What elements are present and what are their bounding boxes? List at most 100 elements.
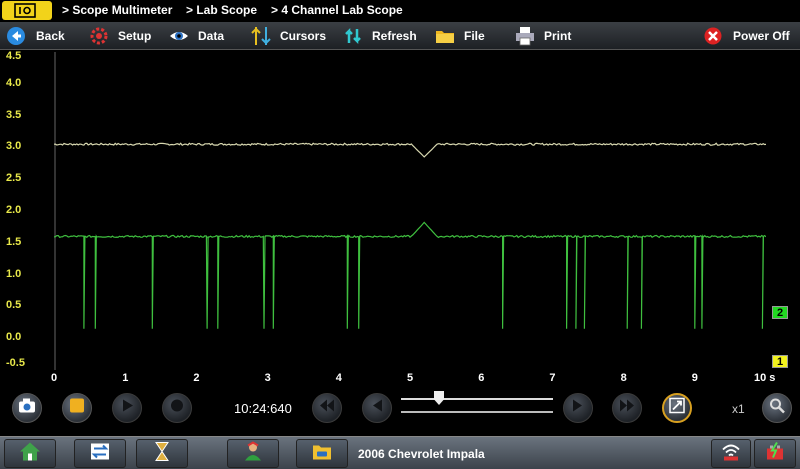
step-back-button[interactable] xyxy=(362,393,392,423)
x-axis: 0 1 2 3 4 5 6 7 8 9 10 s xyxy=(0,370,800,388)
cursors-label: Cursors xyxy=(280,29,327,43)
y-tick-label: 0.5 xyxy=(6,299,22,312)
waveform-canvas[interactable] xyxy=(54,52,766,370)
record-button[interactable] xyxy=(162,393,192,423)
wireless-button[interactable] xyxy=(711,439,751,468)
list-arrows-icon xyxy=(89,441,111,466)
back-arrow-icon xyxy=(6,25,28,47)
x-tick-label: 7 xyxy=(549,372,556,384)
refresh-icon xyxy=(342,25,364,47)
waveform-series-1 xyxy=(54,142,766,158)
back-label: Back xyxy=(36,29,65,43)
data-list-button[interactable] xyxy=(74,439,126,468)
stop-button[interactable] xyxy=(62,393,92,423)
breadcrumb-4-channel-lab-scope: > 4 Channel Lab Scope xyxy=(271,3,403,17)
stop-icon xyxy=(69,398,85,419)
toolbar: Back Setup Data Cursors Refresh File Pri… xyxy=(0,22,800,50)
y-axis: 4.5 4.0 3.5 3.0 2.5 2.0 1.5 1.0 0.5 0.0 -0.5 xyxy=(0,50,54,370)
x-tick-label: 2 xyxy=(193,372,200,384)
rewind-button[interactable] xyxy=(312,393,342,423)
home-button[interactable] xyxy=(4,439,56,468)
time-readout: 10:24:640 xyxy=(234,401,292,416)
x-tick-label: 4 xyxy=(335,372,342,384)
folder-icon xyxy=(434,25,456,47)
home-icon xyxy=(19,441,41,466)
waveform-series-2 xyxy=(54,221,766,329)
cursors-button[interactable]: Cursors xyxy=(250,24,326,48)
refresh-button[interactable]: Refresh xyxy=(342,24,417,48)
breadcrumb-lab-scope[interactable]: > Lab Scope xyxy=(186,3,257,17)
camera-button[interactable] xyxy=(12,393,42,423)
wireless-icon xyxy=(720,441,742,466)
y-tick-label: 3.5 xyxy=(6,108,22,121)
y-tick-label: 3.0 xyxy=(6,140,22,153)
fast-forward-button[interactable] xyxy=(612,393,642,423)
y-tick-label: 1.5 xyxy=(6,235,22,248)
play-button[interactable] xyxy=(112,393,142,423)
title-bar: > Scope Multimeter > Lab Scope > 4 Chann… xyxy=(0,0,800,22)
y-tick-label: 1.0 xyxy=(6,267,22,280)
taskbar: 2006 Chevrolet Impala xyxy=(0,436,800,469)
y-tick-label: 0.0 xyxy=(6,331,22,344)
gear-icon xyxy=(88,25,110,47)
print-button[interactable]: Print xyxy=(514,24,571,48)
printer-icon xyxy=(514,25,536,47)
magnifier-icon xyxy=(769,398,785,419)
playback-slider-track-lower xyxy=(401,411,553,413)
technician-button[interactable] xyxy=(227,439,279,468)
zoom-fit-button[interactable] xyxy=(662,393,692,423)
playback-slider-thumb[interactable] xyxy=(434,391,444,405)
y-tick-label: 4.5 xyxy=(6,50,22,62)
x-tick-label: 3 xyxy=(264,372,271,384)
step-forward-button[interactable] xyxy=(563,393,593,423)
back-button[interactable]: Back xyxy=(6,24,65,48)
file-label: File xyxy=(464,29,485,43)
play-icon xyxy=(120,399,134,418)
file-button[interactable]: File xyxy=(434,24,485,48)
cursors-icon xyxy=(250,25,272,47)
step-forward-icon xyxy=(572,399,584,418)
y-tick-label: 2.0 xyxy=(6,204,22,216)
y-tick-label: 4.0 xyxy=(6,76,22,89)
vehicle-button[interactable] xyxy=(296,439,348,468)
transport-bar: 10:24:640 x1 xyxy=(0,388,800,432)
app-logo[interactable] xyxy=(2,1,52,20)
battery-button[interactable] xyxy=(754,439,796,468)
channel-2-marker[interactable]: 2 xyxy=(772,306,788,319)
x-tick-label: 8 xyxy=(620,372,627,384)
power-off-icon xyxy=(703,25,725,47)
data-label: Data xyxy=(198,29,225,43)
lab-scope-plot[interactable]: 4.5 4.0 3.5 3.0 2.5 2.0 1.5 1.0 0.5 0.0 -0.5 2 1 xyxy=(0,50,800,370)
setup-label: Setup xyxy=(118,29,152,43)
power-off-label: Power Off xyxy=(733,29,790,43)
playback-slider-track[interactable] xyxy=(401,398,553,400)
camera-icon xyxy=(18,398,36,419)
x-tick-label: 10 s xyxy=(754,372,776,384)
refresh-label: Refresh xyxy=(372,29,417,43)
zoom-fit-icon xyxy=(669,397,685,419)
setup-button[interactable]: Setup xyxy=(88,24,151,48)
y-tick-label: -0.5 xyxy=(6,357,25,369)
vehicle-name: 2006 Chevrolet Impala xyxy=(358,447,485,461)
hourglass-icon xyxy=(151,441,173,466)
x-tick-label: 6 xyxy=(478,372,485,384)
rewind-icon xyxy=(319,399,335,418)
zoom-button[interactable] xyxy=(762,393,792,423)
hourglass-button[interactable] xyxy=(136,439,188,468)
step-back-icon xyxy=(371,399,383,418)
x-tick-label: 1 xyxy=(122,372,129,384)
zoom-level: x1 xyxy=(732,402,745,416)
data-button[interactable]: Data xyxy=(168,24,224,48)
battery-icon xyxy=(764,441,786,466)
technician-icon xyxy=(242,440,264,466)
channel-1-marker[interactable]: 1 xyxy=(772,355,788,368)
x-tick-label: 0 xyxy=(51,372,58,384)
y-tick-label: 2.5 xyxy=(6,172,22,185)
vehicle-folder-icon xyxy=(311,441,333,466)
breadcrumb-scope-multimeter[interactable]: > Scope Multimeter xyxy=(62,3,172,17)
record-icon xyxy=(170,399,184,418)
eye-icon xyxy=(168,25,190,47)
x-tick-label: 9 xyxy=(691,372,698,384)
print-label: Print xyxy=(544,29,572,43)
power-off-button[interactable]: Power Off xyxy=(703,24,790,48)
